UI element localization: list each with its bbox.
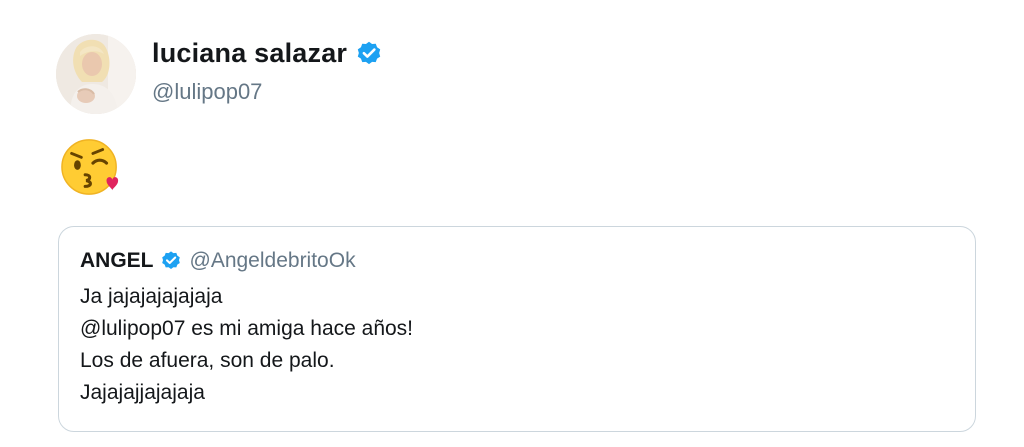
quoted-display-name: ANGEL [80,249,154,272]
quoted-text-line: @lulipop07 es mi amiga hace años! [80,317,414,340]
quoted-tweet-text: Ja jajajajajajaja @lulipop07 es mi amiga… [80,281,955,409]
quoted-handle: @AngeldebritoOk [189,249,356,272]
tweet-card: luciana salazar @lulipop07 ANGEL @Angeld… [0,0,1024,447]
quoted-text-line: Jajajajjajajaja [80,381,205,404]
face-blowing-a-kiss-icon [60,136,122,198]
author-name-row: luciana salazar [152,38,383,69]
verified-badge-icon [160,250,182,272]
author-handle[interactable]: @lulipop07 [152,79,383,105]
author-info: luciana salazar @lulipop07 [152,38,383,105]
quoted-tweet[interactable]: ANGEL @AngeldebritoOk Ja jajajajajajaja … [58,226,976,432]
avatar-photo [56,34,136,114]
author-display-name[interactable]: luciana salazar [152,38,347,69]
verified-badge-icon [355,40,383,68]
quoted-text-line: Los de afuera, son de palo. [80,349,335,372]
author-avatar[interactable] [56,34,136,114]
quoted-tweet-header: ANGEL @AngeldebritoOk [80,249,955,273]
quoted-text-line: Ja jajajajajajaja [80,285,223,308]
